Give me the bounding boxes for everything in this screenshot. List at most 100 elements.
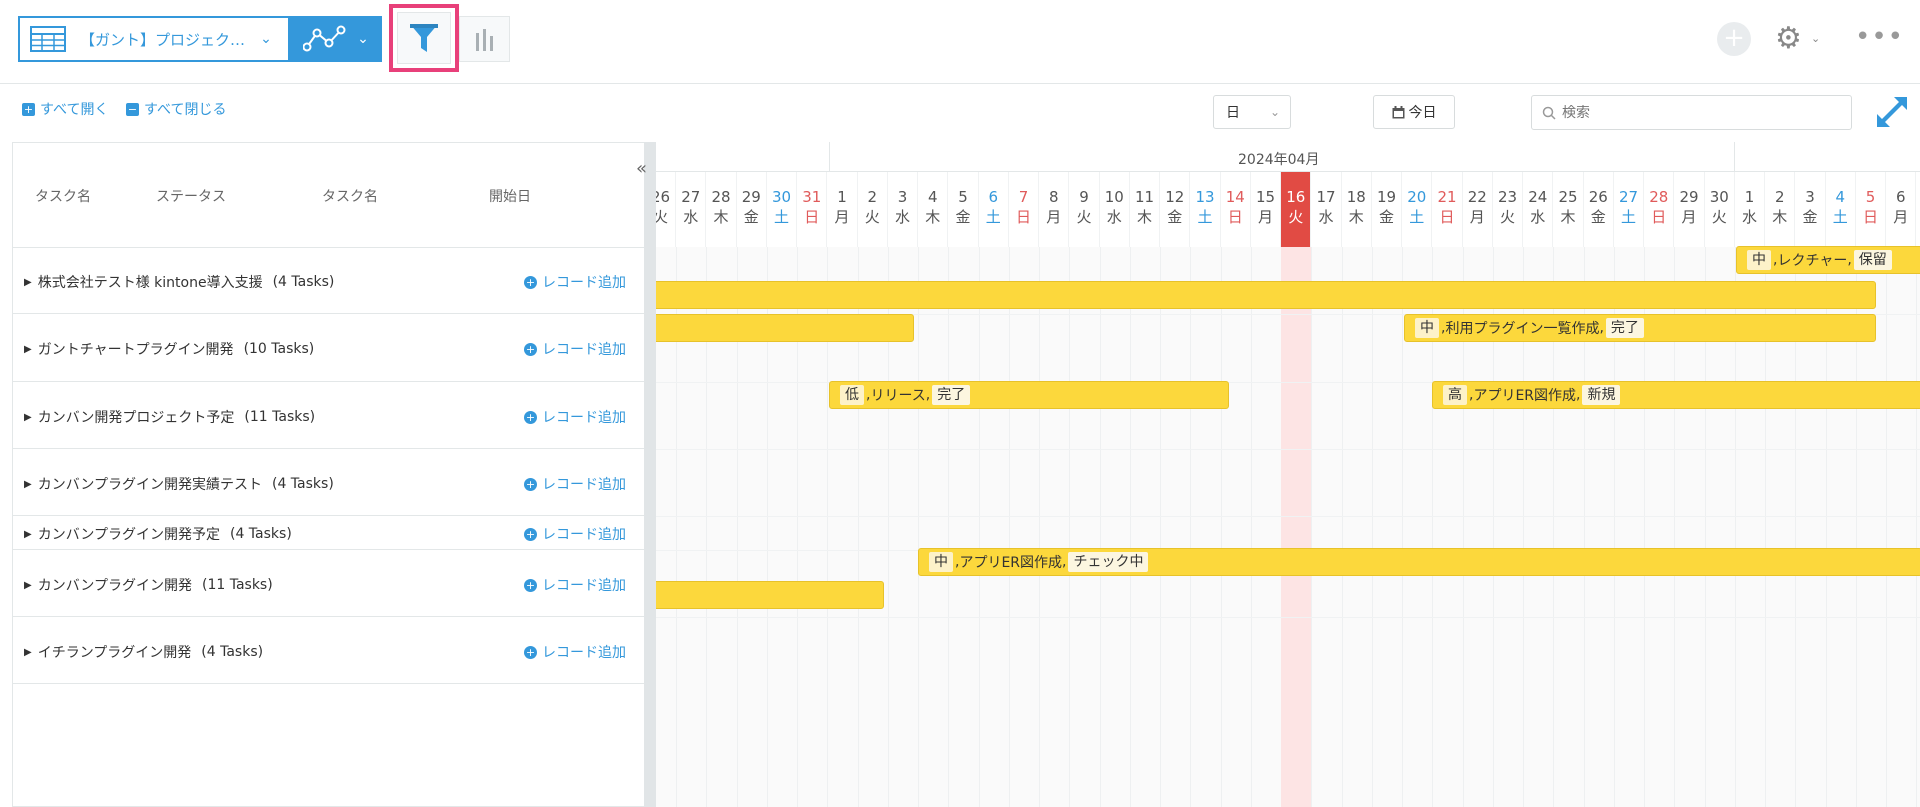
day-column-header: 1月 <box>828 172 858 247</box>
task-bar[interactable] <box>656 281 1876 309</box>
view-select-dropdown[interactable]: 【ガント】プロジェク… ⌄ <box>18 16 290 62</box>
group-row[interactable]: ▶ 株式会社テスト様 kintone導入支援 (4 Tasks) + レコード追加 <box>12 247 645 314</box>
search-field[interactable] <box>1531 95 1852 130</box>
day-number: 6 <box>988 188 999 206</box>
weekday: 水 <box>1741 208 1757 226</box>
weekday: 金 <box>1802 208 1818 226</box>
expand-triangle-icon[interactable]: ▶ <box>24 344 32 355</box>
expand-triangle-icon[interactable]: ▶ <box>24 580 32 591</box>
day-number: 27 <box>1618 188 1639 206</box>
day-column-header: 22 月 <box>1463 172 1493 247</box>
weekday: 月 <box>1046 208 1062 226</box>
grid-line <box>1039 247 1040 807</box>
grid-line <box>1190 247 1192 807</box>
column-header[interactable]: 開始日 <box>489 186 531 206</box>
day-column-header: 28 木 <box>707 172 737 247</box>
add-record-link[interactable]: + レコード追加 <box>524 575 626 595</box>
bar-separator: , <box>1062 554 1067 570</box>
day-column-header: 30 火 <box>1705 172 1735 247</box>
day-column-header: 8月 <box>1039 172 1070 247</box>
task-bar[interactable]: 高, アプリER図作成, 新規 <box>1432 381 1920 409</box>
expand-triangle-icon[interactable]: ▶ <box>24 412 32 423</box>
settings-button[interactable]: ⚙ ⌄ <box>1775 20 1825 58</box>
weekday: 金 <box>1378 208 1394 226</box>
collapse-all-link[interactable]: − すべて閉じる <box>126 99 226 119</box>
status-badge: チェック中 <box>1068 552 1149 572</box>
day-number: 10 <box>1104 188 1124 206</box>
group-title[interactable]: ▶ カンバン開発プロジェクト予定 (11 Tasks) <box>24 407 315 427</box>
chart-button[interactable] <box>459 16 510 62</box>
column-header[interactable]: タスク名 <box>322 186 378 206</box>
group-title[interactable]: ▶ 株式会社テスト様 kintone導入支援 (4 Tasks) <box>24 272 334 292</box>
weekday: 水 <box>683 208 699 226</box>
day-number: 3 <box>897 188 908 206</box>
graph-view-button[interactable]: ⌄ <box>290 16 382 62</box>
group-row[interactable]: ▶ カンバンプラグイン開発予定 (4 Tasks) + レコード追加 <box>12 516 645 550</box>
weekday: 日 <box>804 208 820 226</box>
add-record-link[interactable]: + レコード追加 <box>524 474 626 494</box>
task-bar[interactable]: 中, レクチャー, 保留 <box>1736 246 1920 274</box>
group-row[interactable]: ▶ ガントチャートプラグイン開発 (10 Tasks) + レコード追加 <box>12 314 645 382</box>
add-record-link[interactable]: + レコード追加 <box>524 524 626 544</box>
day-column-header: 2火 <box>858 172 888 247</box>
add-record-link[interactable]: + レコード追加 <box>524 272 626 292</box>
group-row[interactable]: ▶ カンバンプラグイン開発 (11 Tasks) + レコード追加 <box>12 550 645 617</box>
grid-line <box>1371 247 1373 807</box>
collapse-panel-icon[interactable]: « <box>636 158 647 179</box>
column-header[interactable]: ステータス <box>156 186 226 206</box>
add-record-button[interactable]: + <box>1717 22 1751 56</box>
expand-triangle-icon[interactable]: ▶ <box>24 277 32 288</box>
fullscreen-icon[interactable] <box>1874 94 1910 130</box>
column-header[interactable]: タスク名 <box>35 186 91 206</box>
task-bar[interactable] <box>656 314 914 342</box>
expand-triangle-icon[interactable]: ▶ <box>24 529 32 540</box>
more-options-button[interactable]: ••• <box>1855 22 1903 56</box>
add-record-link[interactable]: + レコード追加 <box>524 642 626 662</box>
group-title[interactable]: ▶ ガントチャートプラグイン開発 (10 Tasks) <box>24 339 314 359</box>
task-bar[interactable] <box>656 581 884 609</box>
status-badge: 新規 <box>1582 385 1621 405</box>
add-record-link[interactable]: + レコード追加 <box>524 339 626 359</box>
add-record-label: レコード追加 <box>542 275 626 291</box>
gear-icon: ⚙ <box>1775 21 1802 56</box>
day-number: 5 <box>1865 188 1876 206</box>
group-title[interactable]: ▶ カンバンプラグイン開発実績テスト (4 Tasks) <box>24 474 334 494</box>
weekday: 月 <box>1681 208 1697 226</box>
search-input[interactable] <box>1562 104 1842 121</box>
day-number: 5 <box>958 188 968 206</box>
day-number: 29 <box>1679 188 1699 206</box>
group-title[interactable]: ▶ カンバンプラグイン開発 (11 Tasks) <box>24 575 273 595</box>
plus-circle-icon: + <box>524 527 537 541</box>
plus-circle-icon: + <box>524 410 537 424</box>
group-title[interactable]: ▶ イチランプラグイン開発 (4 Tasks) <box>24 642 263 662</box>
bar-separator: , <box>1599 320 1604 336</box>
filter-button[interactable] <box>389 4 459 72</box>
grid-line <box>1250 247 1252 807</box>
today-button[interactable]: 今日 <box>1373 95 1455 129</box>
task-bar[interactable]: 中, 利用プラグイン一覧作成, 完了 <box>1404 314 1876 342</box>
group-row[interactable]: ▶ カンバン開発プロジェクト予定 (11 Tasks) + レコード追加 <box>12 382 645 449</box>
scale-select[interactable]: 日 ⌄ <box>1213 95 1291 129</box>
panel-splitter[interactable] <box>644 142 656 807</box>
task-bar[interactable]: 中, アプリER図作成, チェック中 <box>918 548 1920 576</box>
add-record-link[interactable]: + レコード追加 <box>524 407 626 427</box>
expand-triangle-icon[interactable]: ▶ <box>24 647 32 658</box>
weekday: 日 <box>1439 208 1455 226</box>
day-column-header: 24 水 <box>1523 172 1554 247</box>
group-name: ガントチャートプラグイン開発 <box>37 342 234 358</box>
bar-separator: , <box>1576 387 1581 403</box>
group-name: カンバンプラグイン開発 <box>37 578 192 594</box>
day-number: 4 <box>927 188 938 206</box>
day-column-header: 31 日 <box>797 172 828 247</box>
task-bar[interactable]: 低, リリース, 完了 <box>829 381 1229 409</box>
expand-triangle-icon[interactable]: ▶ <box>24 479 32 490</box>
expand-all-label: すべて開く <box>40 102 109 118</box>
group-row[interactable]: ▶ カンバンプラグイン開発実績テスト (4 Tasks) + レコード追加 <box>12 449 645 516</box>
day-number: 12 <box>1165 188 1185 206</box>
weekday: 土 <box>1620 208 1636 226</box>
group-title[interactable]: ▶ カンバンプラグイン開発予定 (4 Tasks) <box>24 524 292 544</box>
weekday: 火 <box>656 208 668 226</box>
day-column-header: 5日 <box>1856 172 1886 247</box>
group-row[interactable]: ▶ イチランプラグイン開発 (4 Tasks) + レコード追加 <box>12 617 645 684</box>
expand-all-link[interactable]: + すべて開く <box>22 99 108 119</box>
